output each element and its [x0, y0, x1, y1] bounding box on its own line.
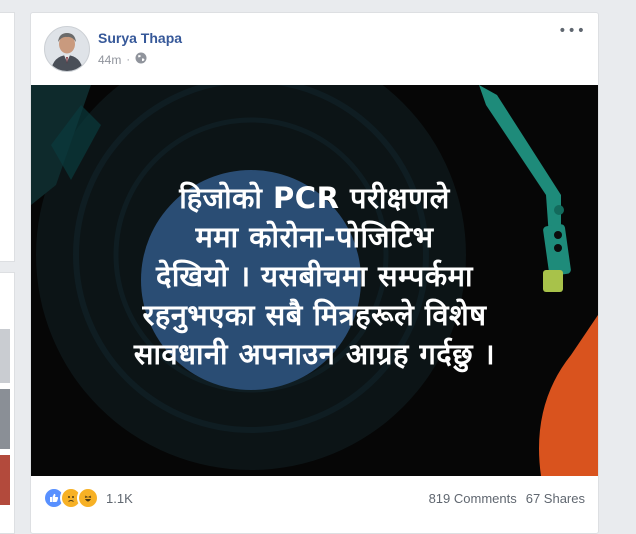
- globe-icon[interactable]: [135, 52, 147, 67]
- image-text-line: ममा कोरोना-पोजिटिभ: [195, 220, 434, 254]
- shares-count-link[interactable]: 67 Shares: [526, 491, 585, 506]
- comments-count-link[interactable]: 819 Comments: [429, 491, 517, 506]
- image-text-line: देखियो । यसबीचमा सम्पर्कमा: [156, 259, 473, 293]
- image-text-line: रहनुभएका सबै मित्रहरूले विशेष: [142, 298, 487, 332]
- post-meta: 44m ·: [98, 52, 147, 67]
- post-timestamp[interactable]: 44m: [98, 53, 121, 67]
- left-column-card: [0, 12, 15, 262]
- feed-post: Surya Thapa 44m · ••• हिजोको PCR परीक्षण…: [30, 12, 599, 534]
- post-image-text: हिजोको PCR परीक्षणले ममा कोरोना-पोजिटिभ …: [31, 179, 598, 374]
- post-footer: 1.1K 819 Comments 67 Shares: [31, 476, 598, 524]
- avatar[interactable]: [44, 26, 90, 72]
- reaction-summary[interactable]: 1.1K: [43, 487, 133, 509]
- post-author-name[interactable]: Surya Thapa: [98, 30, 182, 46]
- photo-thumbnail[interactable]: [0, 329, 10, 383]
- post-stats: 819 Comments 67 Shares: [429, 491, 585, 506]
- photo-thumbnail[interactable]: [0, 455, 10, 505]
- photo-thumbnail[interactable]: [0, 389, 10, 449]
- haha-icon: [77, 487, 99, 509]
- more-options-icon[interactable]: •••: [558, 23, 586, 39]
- post-image[interactable]: हिजोको PCR परीक्षणले ममा कोरोना-पोजिटिभ …: [31, 85, 598, 476]
- image-text-line: हिजोको PCR परीक्षणले: [179, 181, 450, 215]
- left-column-card-photos: [0, 272, 15, 534]
- image-text-line: सावधानी अपनाउन आग्रह गर्दछु ।: [133, 337, 496, 371]
- reaction-count[interactable]: 1.1K: [106, 491, 133, 506]
